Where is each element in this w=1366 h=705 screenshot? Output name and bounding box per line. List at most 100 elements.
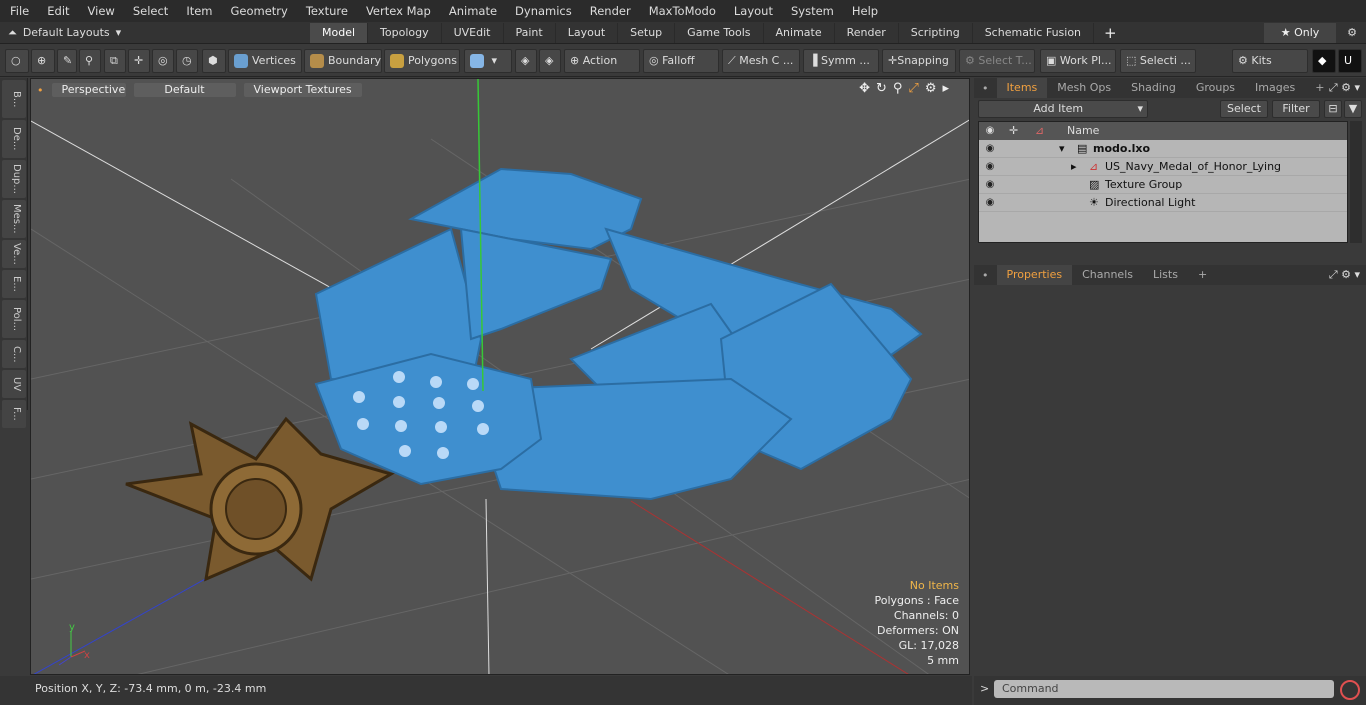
menu-select[interactable]: Select [123,0,176,22]
menu-layout[interactable]: Layout [724,0,781,22]
zoom-icon[interactable]: ⚲ [893,81,909,96]
unity-icon[interactable]: ◆ [1312,49,1336,73]
maximize-icon[interactable]: ⤢ [908,81,924,96]
item-mode-button[interactable]: ▾ [464,49,512,73]
expand-arrow-icon[interactable]: ▸ [1071,158,1077,176]
kits-button[interactable]: ⚙ Kits [1232,49,1308,73]
add-tab-icon[interactable]: + [1094,24,1127,42]
move-icon[interactable]: ✛ [128,49,150,73]
select-through-button[interactable]: ⚙ Select T... [959,49,1035,73]
orbit-icon[interactable]: ↻ [876,81,893,96]
add-panel-tab-icon[interactable]: + [1188,265,1217,285]
tab-animate[interactable]: Animate [764,22,835,43]
tab-game-tools[interactable]: Game Tools [675,22,764,43]
collapse-icon[interactable]: ⏶ [8,26,17,40]
tab-uvedit[interactable]: UVEdit [442,22,504,43]
tree-row[interactable]: ◉ ▾ ▤ modo.lxo [979,140,1347,158]
tab-properties[interactable]: Properties [996,265,1073,285]
viewport-dot-icon[interactable]: • [37,84,44,97]
strip-tab-edge[interactable]: E... [2,270,26,298]
collapse-list-icon[interactable]: ⊟ [1324,100,1342,118]
visibility-eye-icon[interactable]: ◉ [981,176,999,194]
scale-icon[interactable]: ◷ [176,49,198,73]
strip-tab-vertex[interactable]: Ve... [2,240,26,268]
tab-images[interactable]: Images [1245,78,1305,98]
tree-row[interactable]: ◉ ▸ ⊿ US_Navy_Medal_of_Honor_Lying [979,158,1347,176]
3d-viewport[interactable]: yx • Perspective Default Viewport Textur… [30,78,970,675]
tab-shading[interactable]: Shading [1121,78,1186,98]
brush-icon[interactable]: ⚲ [79,49,101,73]
unreal-icon[interactable]: U [1338,49,1362,73]
command-input[interactable]: Command [994,680,1334,698]
rotate-icon[interactable]: ◎ [152,49,174,73]
tab-paint[interactable]: Paint [504,22,556,43]
selection-sets-button[interactable]: ⬚ Selecti ... [1120,49,1196,73]
panel-dot-icon[interactable]: • [974,269,997,282]
perspective-dropdown[interactable]: Perspective [51,83,126,97]
strip-tab-duplicate[interactable]: Dup... [2,160,26,198]
funnel-icon[interactable]: ▼ [1344,100,1362,118]
tree-row[interactable]: ◉ ▨ Texture Group [979,176,1347,194]
tab-items[interactable]: Items [996,78,1048,98]
texture-mode-icon[interactable]: ◈ [515,49,537,73]
boundary-button[interactable]: Boundary [304,49,382,73]
menu-maxtomodo[interactable]: MaxToModo [639,0,724,22]
visibility-eye-icon[interactable]: ◉ [981,194,999,212]
panel-gear-icon[interactable]: ⤢ ⚙ ▾ [1329,268,1360,282]
tree-scrollbar[interactable] [1350,121,1362,243]
tab-render[interactable]: Render [835,22,899,43]
tab-channels[interactable]: Channels [1072,265,1143,285]
falloff-button[interactable]: ◎ Falloff [643,49,719,73]
action-button[interactable]: ⊕ Action [564,49,640,73]
polygons-button[interactable]: Polygons [384,49,460,73]
visibility-eye-icon[interactable]: ◉ [981,158,999,176]
vertices-button[interactable]: Vertices [228,49,302,73]
tab-mesh-ops[interactable]: Mesh Ops [1047,78,1121,98]
gear-icon[interactable]: ⚙ [1342,23,1362,43]
panel-dot-icon[interactable]: • [974,82,997,95]
viewport-textures-dropdown[interactable]: Viewport Textures [243,83,362,97]
menu-vertex-map[interactable]: Vertex Map [356,0,439,22]
tree-row[interactable]: ◉ ☀ Directional Light [979,194,1347,212]
menu-system[interactable]: System [781,0,842,22]
tab-model[interactable]: Model [310,22,369,43]
menu-dynamics[interactable]: Dynamics [505,0,580,22]
play-icon[interactable]: ▸ [942,81,955,96]
menu-animate[interactable]: Animate [439,0,505,22]
mesh-constraint-button[interactable]: ⟋ Mesh C ... [722,49,800,73]
strip-tab-deform[interactable]: De... [2,120,26,158]
menu-texture[interactable]: Texture [296,0,356,22]
strip-tab-curve[interactable]: C... [2,340,26,368]
menu-file[interactable]: File [0,0,37,22]
strip-tab-polygon[interactable]: Pol... [2,300,26,338]
work-plane-button[interactable]: ▣ Work Pl... [1040,49,1116,73]
strip-tab-uv[interactable]: UV [2,370,26,398]
pan-icon[interactable]: ✥ [859,81,876,96]
select-button[interactable]: Select [1220,100,1268,118]
pen-icon[interactable]: ✎ [57,49,77,73]
menu-help[interactable]: Help [842,0,886,22]
visibility-eye-icon[interactable]: ◉ [981,140,999,158]
tab-setup[interactable]: Setup [618,22,676,43]
layouts-dropdown[interactable]: ⏶ Default Layouts ▾ [0,26,310,40]
strip-tab-mesh-edit[interactable]: Mes... [2,200,26,238]
globe-icon[interactable]: ⊕ [31,49,55,73]
menu-edit[interactable]: Edit [37,0,77,22]
symmetry-button[interactable]: ▐ Symm ... [803,49,879,73]
cube-icon[interactable]: ⬢ [202,49,226,73]
viewport-gear-icon[interactable]: ⚙ [925,81,943,96]
select-circle-icon[interactable]: ○ [5,49,29,73]
tab-topology[interactable]: Topology [368,22,442,43]
filter-button[interactable]: Filter [1272,100,1320,118]
shading-dropdown[interactable]: Default [133,83,236,97]
expand-arrow-icon[interactable]: ▾ [1059,140,1065,158]
record-icon[interactable] [1340,680,1360,700]
only-toggle[interactable]: ★ Only [1264,23,1336,43]
strip-tab-fusion[interactable]: F... [2,400,26,428]
tab-lists[interactable]: Lists [1143,265,1188,285]
tab-scripting[interactable]: Scripting [899,22,973,43]
snapping-button[interactable]: ✛Snapping [882,49,956,73]
name-column-header[interactable]: Name [1067,122,1099,140]
tab-groups[interactable]: Groups [1186,78,1245,98]
add-item-button[interactable]: Add Item ▾ [978,100,1148,118]
